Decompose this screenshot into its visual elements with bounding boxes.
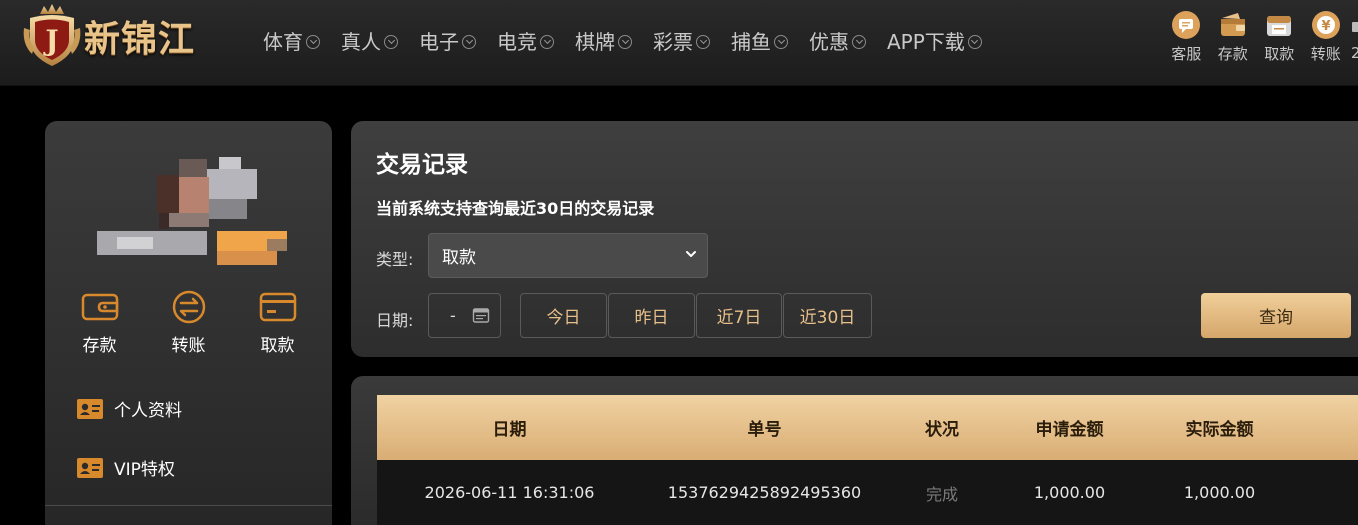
calendar-icon — [472, 308, 490, 323]
column-header-order-no: 单号 — [747, 420, 782, 440]
sidebar-deposit-button[interactable]: 存款 — [65, 289, 135, 356]
quick-actions: 客服 存款 取款 ¥ 转账 — [1163, 10, 1349, 64]
column-header-requested: 申请金额 — [1035, 420, 1104, 440]
wallet-icon — [81, 293, 118, 321]
quick-customer-service[interactable]: 客服 — [1163, 10, 1210, 64]
date-value: - — [450, 306, 456, 325]
chevron-down-icon — [618, 34, 632, 49]
panel-description: 当前系统支持查询最近30日的交易记录 — [376, 199, 655, 218]
sidebar-item-profile[interactable]: 个人资料 — [77, 396, 182, 421]
nav-item-promotions[interactable]: 优惠 — [809, 26, 866, 55]
chevron-down-icon — [540, 34, 554, 49]
cell-requested-amount: 1,000.00 — [1033, 483, 1106, 502]
quick-label: 客服 — [1171, 45, 1202, 63]
card-icon — [259, 292, 296, 322]
type-selected-value: 取款 — [442, 248, 476, 268]
menu-label: VIP特权 — [114, 460, 175, 480]
yuan-coin-icon: ¥ — [1311, 11, 1340, 39]
transaction-filter-panel: 交易记录 当前系统支持查询最近30日的交易记录 类型: 取款 日期: - 今日 … — [351, 121, 1358, 357]
nav-label: 捕鱼 — [731, 30, 771, 54]
cell-order-no: 1537629425892495360 — [667, 483, 862, 502]
type-label: 类型: — [376, 250, 414, 269]
main-nav: 体育 真人 电子 电竞 棋牌 彩票 捕鱼 优惠 APP下载 — [263, 26, 1003, 55]
quick-label: 取款 — [1264, 45, 1295, 63]
logo-letter: J — [42, 24, 58, 57]
cell-date: 2026-06-11 16:31:06 — [424, 483, 595, 502]
cell-actual-amount: 1,000.00 — [1183, 483, 1256, 502]
shield-logo-icon: J — [23, 4, 81, 66]
chevron-down-icon — [384, 34, 398, 49]
date-range-buttons: 今日 昨日 近7日 近30日 — [520, 293, 873, 338]
table-header: 日期 单号 状况 申请金额 实际金额 — [377, 395, 1358, 460]
nav-label: 真人 — [341, 30, 381, 54]
nav-item-esports[interactable]: 电竞 — [497, 26, 554, 55]
wallet-icon — [1220, 13, 1245, 36]
chevron-down-icon — [686, 251, 696, 257]
quick-label: 存款 — [1217, 45, 1248, 63]
page-title: 交易记录 — [376, 152, 468, 178]
more-icon[interactable] — [1352, 22, 1358, 32]
sidebar-transfer-button[interactable]: 转账 — [154, 289, 224, 356]
transfer-icon — [172, 290, 205, 324]
quick-withdraw[interactable]: 取款 — [1256, 10, 1303, 64]
nav-label: 体育 — [263, 30, 303, 54]
brand-logo[interactable]: J 新锦江 — [22, 4, 232, 68]
type-select[interactable]: 取款 — [428, 233, 708, 278]
sidebar-item-vip[interactable]: VIP特权 — [77, 455, 175, 480]
nav-label: APP下载 — [887, 30, 965, 54]
id-card-icon — [77, 398, 103, 419]
menu-label: 个人资料 — [114, 401, 182, 421]
transaction-table: 日期 单号 状况 申请金额 实际金额 2026-06-11 16:31:06 1… — [377, 395, 1358, 525]
nav-label: 电竞 — [497, 30, 537, 54]
action-label: 转账 — [171, 336, 206, 356]
chat-icon — [1172, 11, 1201, 39]
top-header: J 新锦江 体育 真人 电子 电竞 棋牌 彩票 捕鱼 优惠 APP下载 客服 存… — [0, 0, 1358, 86]
quick-label: 转账 — [1310, 45, 1341, 63]
id-card-icon — [77, 457, 103, 478]
quick-transfer[interactable]: ¥ 转账 — [1303, 10, 1350, 64]
nav-item-slots[interactable]: 电子 — [419, 26, 476, 55]
cell-status: 完成 — [925, 484, 958, 504]
column-header-status: 状况 — [925, 420, 959, 440]
chevron-down-icon — [774, 34, 788, 49]
account-sidebar: 存款 转账 取款 个人资料 VIP特权 — [45, 121, 332, 525]
chevron-down-icon — [967, 34, 982, 49]
quick-deposit[interactable]: 存款 — [1210, 10, 1257, 64]
range-30days-button[interactable]: 近30日 — [783, 293, 872, 338]
table-row[interactable]: 2026-06-11 16:31:06 1537629425892495360 … — [377, 460, 1358, 525]
nav-item-live[interactable]: 真人 — [341, 26, 398, 55]
nav-label: 电子 — [419, 30, 459, 54]
nav-item-cards[interactable]: 棋牌 — [575, 26, 632, 55]
date-picker-input[interactable]: - — [428, 293, 501, 338]
nav-label: 优惠 — [809, 30, 849, 54]
quick-more-label[interactable]: 2 — [1351, 44, 1358, 62]
query-button[interactable]: 查询 — [1201, 293, 1351, 338]
nav-label: 彩票 — [653, 30, 693, 54]
range-7days-button[interactable]: 近7日 — [696, 293, 782, 338]
chevron-down-icon — [852, 34, 866, 49]
chevron-down-icon — [306, 34, 320, 49]
transaction-results-panel: 日期 单号 状况 申请金额 实际金额 2026-06-11 16:31:06 1… — [351, 376, 1358, 525]
range-yesterday-button[interactable]: 昨日 — [608, 293, 695, 338]
sidebar-withdraw-button[interactable]: 取款 — [243, 289, 313, 356]
range-today-button[interactable]: 今日 — [520, 293, 607, 338]
nav-item-sports[interactable]: 体育 — [263, 26, 320, 55]
nav-item-fishing[interactable]: 捕鱼 — [731, 26, 788, 55]
action-label: 取款 — [260, 336, 295, 356]
brand-name: 新锦江 — [84, 19, 196, 60]
avatar — [97, 155, 292, 269]
divider — [45, 505, 332, 506]
sidebar-actions: 存款 转账 取款 — [45, 289, 332, 356]
date-label: 日期: — [376, 311, 414, 330]
cash-icon — [1267, 16, 1292, 36]
nav-label: 棋牌 — [575, 30, 615, 54]
svg-text:¥: ¥ — [1321, 19, 1330, 34]
nav-item-app-download[interactable]: APP下载 — [887, 26, 982, 55]
column-header-actual: 实际金额 — [1185, 420, 1254, 440]
column-header-date: 日期 — [492, 420, 527, 440]
chevron-down-icon — [696, 34, 710, 49]
chevron-down-icon — [462, 34, 476, 49]
nav-item-lottery[interactable]: 彩票 — [653, 26, 710, 55]
action-label: 存款 — [82, 336, 117, 356]
